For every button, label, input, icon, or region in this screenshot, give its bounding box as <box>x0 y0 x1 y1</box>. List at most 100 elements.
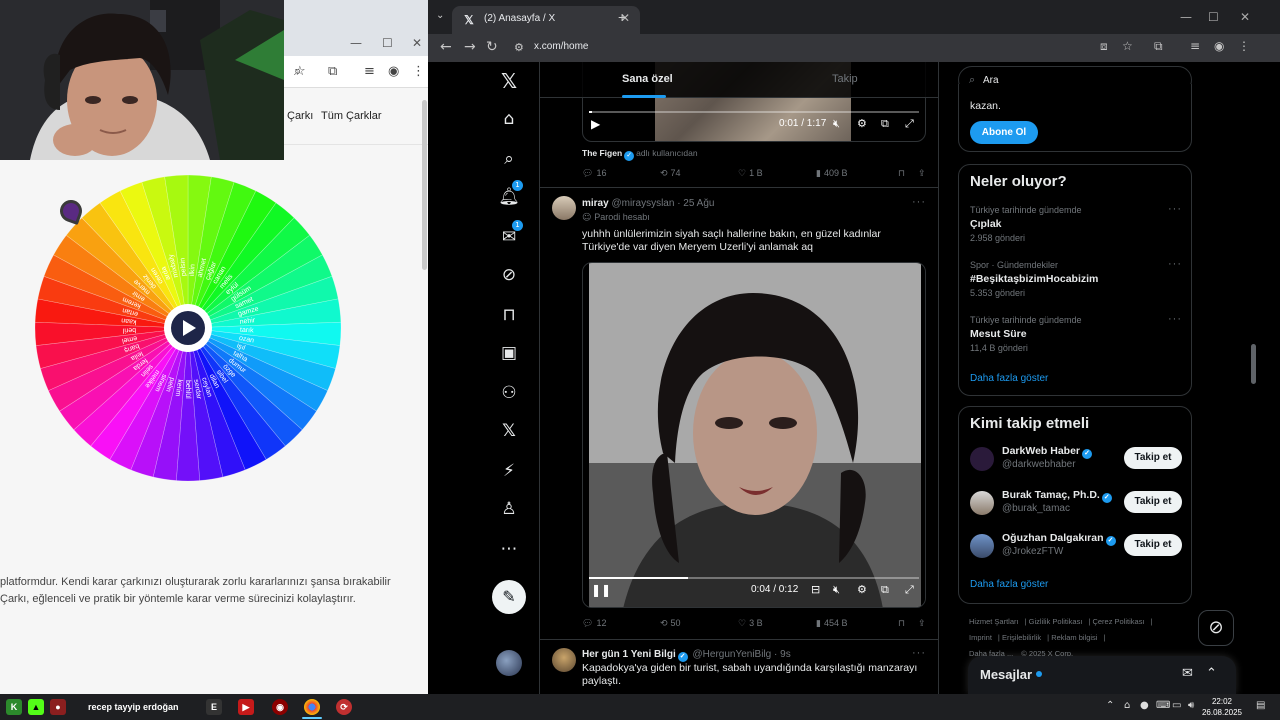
share-icon[interactable]: ⇪ <box>918 168 926 179</box>
communities-icon[interactable]: ⚇ <box>498 382 520 404</box>
avatar[interactable] <box>970 534 994 558</box>
jobs-icon[interactable]: ▣ <box>498 342 520 364</box>
reply-button[interactable]: 💬︎ 12 <box>582 618 606 629</box>
follow-button[interactable]: Takip et <box>1124 491 1182 513</box>
reload-icon[interactable]: ↻ <box>486 39 498 55</box>
more-options-icon[interactable]: ··· <box>1168 203 1182 215</box>
like-button[interactable]: ♡ 1 B <box>738 168 763 179</box>
reply-button[interactable]: 💬︎ 16 <box>582 168 606 179</box>
account-avatar[interactable] <box>496 650 522 676</box>
bookmark-icon[interactable]: ⊓ <box>898 168 905 179</box>
mute-icon[interactable]: 🔇︎ <box>833 583 840 597</box>
follow-button[interactable]: Takip et <box>1124 534 1182 556</box>
trend-item[interactable]: Spor · Gündemdekiler #BeşiktaşbizimHocab… <box>970 258 1182 298</box>
follow-button[interactable]: Takip et <box>1124 447 1182 469</box>
mute-icon[interactable]: 🔇︎ <box>833 117 840 131</box>
verified-orgs-icon[interactable]: ⚡ <box>498 460 520 482</box>
tab-list-icon[interactable]: ⌄ <box>436 10 444 21</box>
tab-following[interactable]: Takip <box>832 73 858 85</box>
avatar[interactable] <box>970 491 994 515</box>
bookmark-icon[interactable]: ⊓ <box>898 618 905 629</box>
left-scrollbar[interactable] <box>422 100 427 270</box>
author-name[interactable]: miray <box>582 198 609 209</box>
views-button[interactable]: ▮ 409 B <box>816 168 847 179</box>
chrome-icon[interactable] <box>304 699 320 715</box>
more-options-icon[interactable]: ··· <box>1168 258 1182 270</box>
tab-x-home[interactable]: 𝕏 (2) Anasayfa / X ✕ <box>452 6 640 34</box>
trends-show-more[interactable]: Daha fazla göster <box>970 373 1048 384</box>
notification-icon[interactable]: ▤ <box>1256 700 1265 711</box>
nav-link-all-wheels[interactable]: Tüm Çarklar <box>321 110 382 122</box>
profile-icon[interactable]: ◉ <box>388 64 399 79</box>
star-icon[interactable]: ☆ <box>294 64 306 79</box>
minimize-icon[interactable]: — <box>350 36 362 50</box>
kebab-menu-icon[interactable]: ⋮ <box>412 64 425 79</box>
search-icon[interactable]: ⌕ <box>498 148 520 170</box>
pause-icon[interactable]: ❚❚ <box>591 583 611 597</box>
post-date[interactable]: · 25 Ağu <box>677 198 714 209</box>
back-icon[interactable]: ← <box>440 39 452 55</box>
messages-drawer[interactable]: Mesajlar ✉ ⌃ <box>968 656 1236 694</box>
app-icon[interactable]: ▶ <box>238 699 254 715</box>
author-name[interactable]: Her gün 1 Yeni Bilgi <box>582 649 676 660</box>
compose-post-icon[interactable]: ✎ <box>492 580 526 614</box>
maximize-icon[interactable]: ☐ <box>382 36 393 50</box>
stream-title[interactable]: recep tayyip erdoğan <box>88 702 179 712</box>
page-scrollbar[interactable] <box>1251 344 1256 384</box>
close-icon[interactable]: ✕ <box>1240 10 1250 24</box>
play-icon[interactable]: ▶ <box>591 117 600 131</box>
avatar[interactable] <box>552 648 576 672</box>
mic-icon[interactable]: ● <box>1140 700 1149 711</box>
nav-link-wheel[interactable]: Çarkı <box>287 110 313 122</box>
volume-icon[interactable]: 🔊︎ <box>1188 700 1194 711</box>
repost-button[interactable]: ⟲ 74 <box>660 168 681 179</box>
forward-icon[interactable]: → <box>464 39 476 55</box>
more-options-icon[interactable]: ··· <box>912 196 926 208</box>
more-icon[interactable]: ⋯ <box>498 538 520 560</box>
trend-item[interactable]: Türkiye tarihinde gündemde Mesut Süre 11… <box>970 313 1182 353</box>
app-icon[interactable]: ◉ <box>272 699 288 715</box>
suggested-account[interactable]: DarkWeb Haber ✓ @darkwebhaber Takip et <box>970 443 1182 477</box>
url-text[interactable]: x.com/home <box>534 41 588 52</box>
maximize-icon[interactable]: ☐ <box>1208 10 1219 24</box>
subscribe-button[interactable]: Abone Ol <box>970 121 1038 144</box>
more-options-icon[interactable]: ··· <box>912 647 926 659</box>
video-progress-bar[interactable] <box>589 577 919 579</box>
star-icon[interactable]: ☆ <box>1122 39 1133 53</box>
stream-app-icon[interactable]: ▲ <box>28 699 44 715</box>
puzzle-icon[interactable]: ⧉ <box>1154 39 1163 54</box>
kebab-menu-icon[interactable]: ⋮ <box>1238 39 1250 53</box>
captions-icon[interactable]: ⊟ <box>811 583 820 596</box>
suggested-account[interactable]: Oğuzhan Dalgakıran ✓ @JrokezFTW Takip et <box>970 530 1182 564</box>
home-icon[interactable]: ⌂ <box>498 108 520 130</box>
site-info-icon[interactable]: ⚙ <box>514 41 524 54</box>
settings-icon[interactable]: ⚙ <box>857 117 867 130</box>
views-button[interactable]: ▮ 454 B <box>816 618 847 629</box>
video-progress-bar[interactable] <box>589 111 919 113</box>
app-icon[interactable]: ● <box>50 699 66 715</box>
post-date[interactable]: · 9s <box>774 649 791 660</box>
avatar[interactable] <box>970 447 994 471</box>
tab-for-you[interactable]: Sana özel <box>622 73 673 85</box>
epic-games-icon[interactable]: E <box>206 699 222 715</box>
author-handle[interactable]: @miraysyslan <box>611 198 674 209</box>
like-button[interactable]: ♡ 3 B <box>738 618 763 629</box>
notifications-icon[interactable]: 🔔︎ 1 <box>498 180 523 208</box>
chevron-up-icon[interactable]: ⌃ <box>1206 666 1217 681</box>
profile-icon[interactable]: ◉ <box>1214 39 1224 53</box>
avatar[interactable] <box>552 196 576 220</box>
clock[interactable]: 22:02 26.08.2025 <box>1200 696 1244 718</box>
post-hergun[interactable]: Her gün 1 Yeni Bilgi ✓ @HergunYeniBilg · … <box>540 640 938 694</box>
x-logo-icon[interactable]: 𝕏 <box>498 70 520 92</box>
author-handle[interactable]: @HergunYeniBilg <box>693 649 772 660</box>
media-icon[interactable]: ≡ <box>364 64 375 79</box>
premium-icon[interactable]: 𝕏 <box>498 420 520 442</box>
install-icon[interactable]: ⧈ <box>1100 39 1108 54</box>
network-icon[interactable]: ⌂ <box>1124 700 1130 711</box>
more-options-icon[interactable]: ··· <box>1168 313 1182 325</box>
grok-icon[interactable]: ⊘ <box>498 264 520 286</box>
pip-icon[interactable]: ⧉ <box>881 583 889 597</box>
minimize-icon[interactable]: — <box>1180 10 1192 24</box>
post-miray[interactable]: miray @miraysyslan · 25 Ağu ··· ☺ Parodi… <box>540 188 938 640</box>
trend-item[interactable]: Türkiye tarihinde gündemde Çıplak 2.958 … <box>970 203 1182 243</box>
